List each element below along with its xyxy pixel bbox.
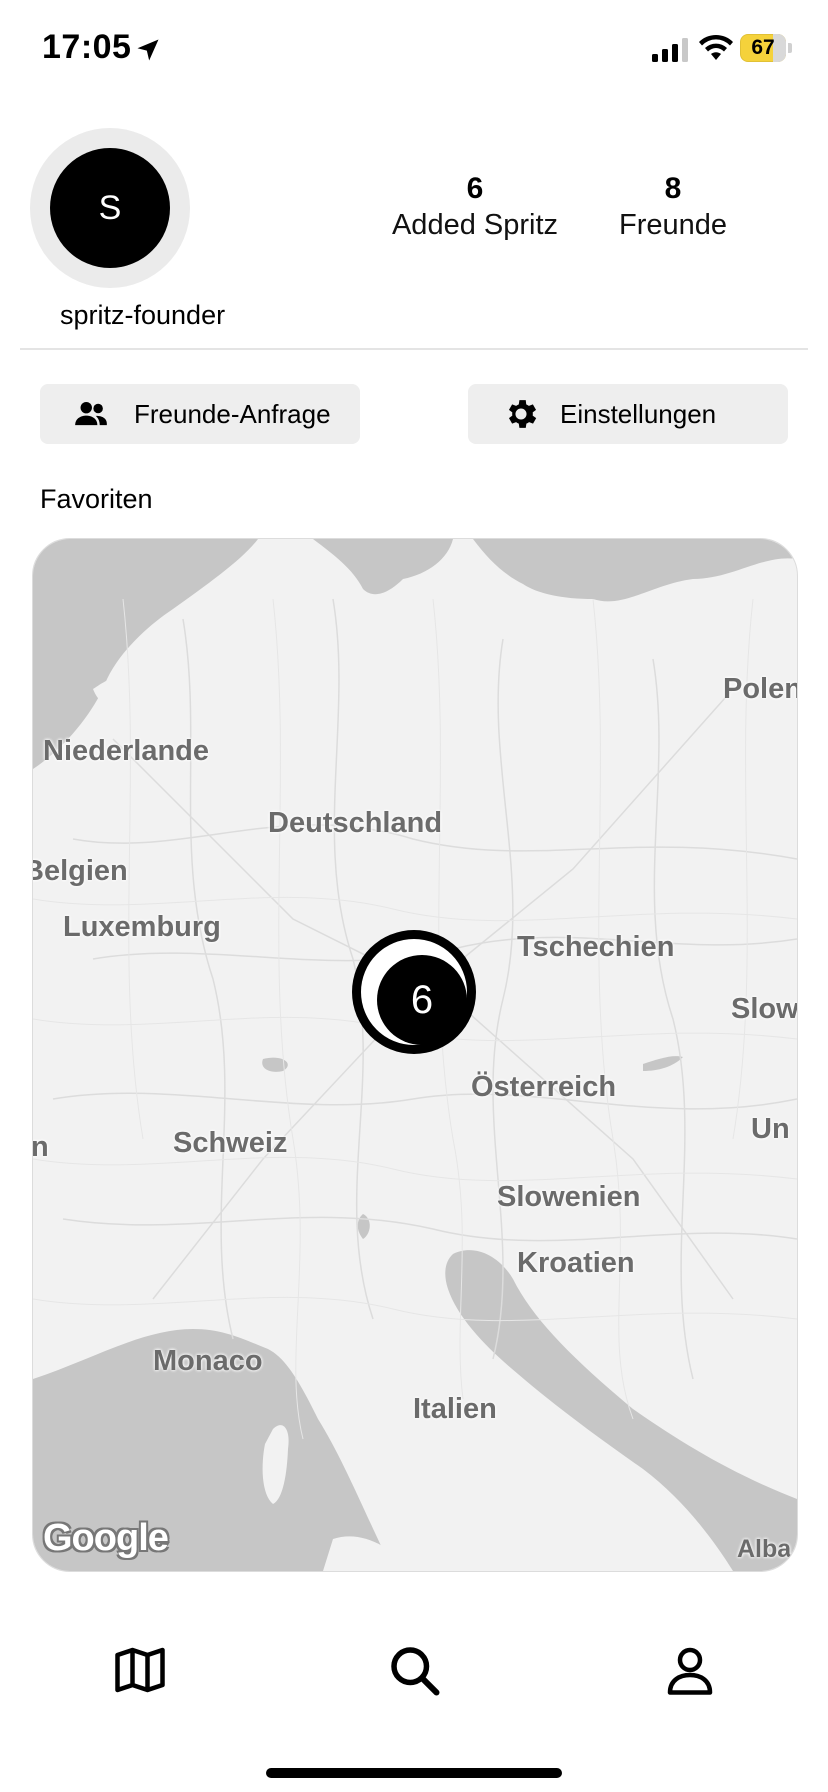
map-label-ungarn: Un [751, 1113, 790, 1145]
map-label-luxemburg: Luxemburg [63, 911, 221, 943]
username: spritz-founder [60, 300, 226, 330]
battery-level: 67 [751, 36, 775, 59]
cluster-count: 6 [377, 955, 467, 1045]
search-icon [391, 1647, 440, 1696]
status-bar: 17:05 67 [0, 0, 828, 100]
location-arrow-icon [137, 39, 159, 61]
home-indicator[interactable] [266, 1768, 562, 1778]
friend-requests-button[interactable]: Freunde-Anfrage [40, 384, 360, 444]
favorites-title: Favoriten [40, 484, 153, 514]
map-label-slowakei: Slow [731, 993, 798, 1025]
divider [20, 348, 808, 350]
spritz-cluster-marker[interactable]: 6 [353, 931, 475, 1053]
stat-friends-value: 8 [664, 172, 682, 205]
tab-profile[interactable] [660, 1640, 720, 1700]
friend-requests-label: Freunde-Anfrage [134, 398, 331, 429]
person-icon [667, 1647, 713, 1695]
tab-map[interactable] [110, 1640, 170, 1700]
stat-added-spritz: 6 Added Spritz [390, 172, 560, 244]
gear-icon [508, 400, 537, 428]
map-label-niederlande: Niederlande [43, 735, 209, 767]
signal-icon [652, 38, 688, 62]
map-label-slowenien: Slowenien [497, 1181, 641, 1213]
status-time: 17:05 [42, 28, 132, 66]
stat-added-spritz-value: 6 [466, 172, 484, 205]
map-label-deutschland: Deutschland [268, 807, 443, 839]
map-label-polen: Polen [723, 673, 798, 705]
wifi-icon [699, 34, 733, 60]
map-label-belgien: Belgien [32, 855, 128, 887]
stat-friends[interactable]: 8 Freunde [610, 172, 736, 244]
people-icon [75, 401, 107, 426]
tab-bar [0, 1600, 828, 1740]
map-label-schweiz: Schweiz [173, 1127, 288, 1159]
battery-icon: 67 [740, 34, 792, 62]
map-label-edge: n [32, 1131, 49, 1163]
map-icon [115, 1647, 165, 1693]
map-label-tschechien: Tschechien [517, 931, 675, 963]
avatar: S [30, 128, 190, 288]
stat-added-spritz-label: Added Spritz [391, 209, 559, 241]
google-attribution[interactable]: Google [43, 1517, 169, 1560]
map-label-monaco: Monaco [153, 1345, 263, 1377]
avatar-initial: S [50, 148, 170, 268]
favorites-map[interactable]: Polen Niederlande Deutschland Belgien Lu… [32, 538, 798, 1572]
map-label-albanien: Alba [737, 1535, 792, 1563]
map-label-oesterreich: Österreich [471, 1071, 617, 1103]
map-label-kroatien: Kroatien [517, 1247, 635, 1279]
tab-search[interactable] [384, 1640, 444, 1700]
settings-button[interactable]: Einstellungen [468, 384, 788, 444]
map-label-italien: Italien [413, 1393, 497, 1425]
stat-friends-label: Freunde [618, 209, 727, 241]
settings-label: Einstellungen [560, 398, 717, 429]
